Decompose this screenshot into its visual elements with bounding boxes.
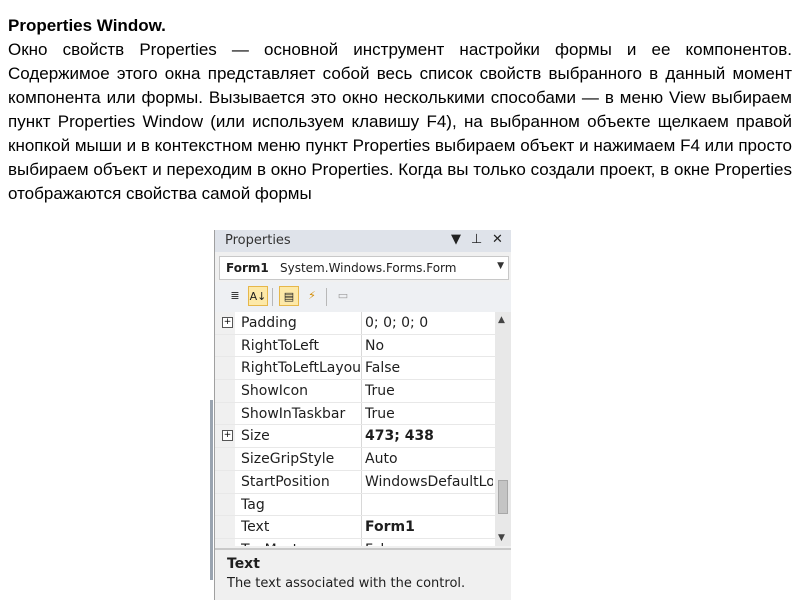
document-heading: Properties Window.: [8, 16, 166, 35]
property-grid: + Padding 0; 0; 0; 0 RightToLeft No RightToLe…: [215, 312, 495, 546]
property-row[interactable]: RightToLeft No: [215, 334, 495, 358]
property-value[interactable]: True: [365, 406, 493, 422]
property-value[interactable]: WindowsDefaultLocation: [365, 474, 493, 490]
property-name: RightToLeft: [241, 337, 319, 354]
column-divider: [361, 334, 362, 357]
property-row[interactable]: Tag: [215, 493, 495, 517]
column-divider: [361, 448, 362, 470]
row-margin: [215, 357, 235, 380]
column-divider: [361, 516, 362, 538]
property-row[interactable]: StartPosition WindowsDefaultLocation: [215, 470, 495, 494]
window-edge-strip: [210, 400, 213, 580]
column-divider: [361, 470, 362, 493]
property-value[interactable]: False: [365, 542, 493, 546]
row-margin: [215, 334, 235, 357]
property-row[interactable]: SizeGripStyle Auto: [215, 448, 495, 471]
description-title: Text: [227, 556, 260, 572]
property-name: Tag: [241, 496, 265, 513]
row-margin: [215, 380, 235, 402]
column-divider: [361, 538, 362, 546]
property-value[interactable]: 0; 0; 0; 0: [365, 315, 493, 331]
row-margin: [215, 470, 235, 493]
column-divider: [361, 312, 362, 334]
toolbar-separator: [272, 288, 273, 306]
object-dropdown-icon[interactable]: ▼: [497, 261, 504, 271]
property-name: StartPosition: [241, 473, 330, 490]
window-position-dropdown-icon[interactable]: ▼: [451, 232, 461, 247]
properties-toolbar: ≣ A↓ ▤ ⚡ ▭: [215, 282, 511, 313]
property-value[interactable]: True: [365, 383, 493, 399]
property-name: ShowIcon: [241, 383, 309, 400]
description-text: The text associated with the control.: [227, 576, 466, 591]
column-divider: [361, 402, 362, 425]
column-divider: [361, 380, 362, 402]
property-name: Size: [241, 428, 270, 445]
properties-icon[interactable]: ▤: [279, 286, 299, 306]
property-row[interactable]: + Size 473; 438: [215, 425, 495, 449]
description-panel: Text The text associated with the contro…: [215, 548, 511, 600]
row-margin: [215, 516, 235, 538]
property-value[interactable]: False: [365, 360, 493, 376]
scroll-down-icon[interactable]: ▼: [498, 533, 505, 543]
properties-titlebar: Properties ▼ ⊥ ✕: [215, 230, 511, 252]
property-name: ShowInTaskbar: [241, 405, 346, 422]
events-icon[interactable]: ⚡: [302, 286, 322, 306]
property-name: RightToLeftLayout: [241, 360, 361, 377]
object-type: System.Windows.Forms.Form: [280, 261, 457, 275]
expand-icon[interactable]: +: [222, 430, 233, 442]
pin-icon[interactable]: ⊥: [471, 232, 482, 247]
close-icon[interactable]: ✕: [492, 232, 503, 247]
column-divider: [361, 493, 362, 516]
property-name: Padding: [241, 315, 297, 331]
properties-title: Properties: [225, 233, 291, 248]
expand-icon[interactable]: +: [222, 317, 233, 328]
row-margin: [215, 538, 235, 546]
property-pages-icon[interactable]: ▭: [333, 286, 353, 306]
property-grid-scrollbar[interactable]: ▲ ▼: [495, 312, 511, 546]
property-row[interactable]: RightToLeftLayout False: [215, 357, 495, 381]
property-row[interactable]: Text Form1: [215, 516, 495, 539]
row-margin: [215, 448, 235, 470]
column-divider: [361, 425, 362, 448]
property-name: Text: [241, 519, 270, 536]
property-row[interactable]: TopMost False: [215, 538, 495, 546]
row-margin: [215, 402, 235, 425]
alphabetical-icon[interactable]: A↓: [248, 286, 268, 306]
property-row[interactable]: ShowInTaskbar True: [215, 402, 495, 426]
property-value[interactable]: Auto: [365, 451, 493, 467]
property-value[interactable]: 473; 438: [365, 428, 493, 444]
document-paragraph: Окно свойств Properties — основной инстр…: [8, 40, 792, 203]
property-name: TopMost: [241, 542, 361, 546]
object-name: Form1: [226, 261, 269, 275]
toolbar-separator: [326, 288, 327, 306]
row-margin: [215, 493, 235, 516]
column-divider: [361, 357, 362, 380]
property-name: SizeGripStyle: [241, 451, 335, 468]
object-selector[interactable]: Form1 System.Windows.Forms.Form ▼: [219, 256, 509, 280]
property-value[interactable]: No: [365, 338, 493, 354]
properties-window: Properties ▼ ⊥ ✕ Form1 System.Windows.Fo…: [214, 230, 511, 600]
property-value[interactable]: Form1: [365, 519, 493, 535]
categorized-icon[interactable]: ≣: [225, 286, 245, 306]
property-row[interactable]: + Padding 0; 0; 0; 0: [215, 312, 495, 335]
scroll-up-icon[interactable]: ▲: [498, 315, 505, 325]
scrollbar-thumb[interactable]: [498, 480, 508, 514]
property-row[interactable]: ShowIcon True: [215, 380, 495, 403]
